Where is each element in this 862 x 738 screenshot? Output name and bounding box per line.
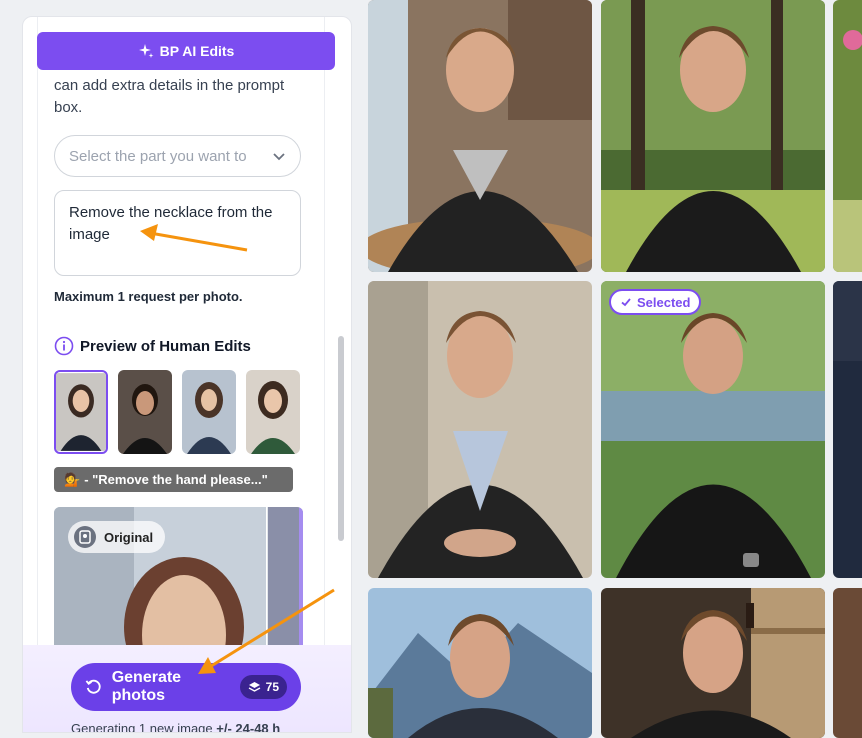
generating-note-prefix: Generating 1 new image xyxy=(71,721,217,733)
part-select[interactable]: Select the part you want to xyxy=(54,135,301,177)
gallery-photo[interactable] xyxy=(368,588,592,738)
credits-count: 75 xyxy=(265,680,279,694)
generate-footer: Generate photos 75 Generating 1 new imag… xyxy=(23,645,351,732)
selected-label: Selected xyxy=(637,294,691,310)
gallery-photo[interactable] xyxy=(368,281,592,578)
preview-thumb[interactable] xyxy=(246,370,300,454)
intro-text: can add extra details in the prompt box. xyxy=(54,77,285,116)
edit-panel: BP AI Edits can add extra details in the… xyxy=(22,16,352,733)
gallery-photo[interactable]: Selected xyxy=(601,281,825,578)
gallery-photo[interactable] xyxy=(601,588,825,738)
selected-badge: Selected xyxy=(609,289,702,315)
tooltip-text: - "Remove the hand please..." xyxy=(84,472,268,487)
gallery-photo[interactable] xyxy=(368,0,592,272)
credits-badge: 75 xyxy=(239,675,287,699)
chevron-down-icon xyxy=(273,153,285,161)
generate-photos-label: Generate photos xyxy=(111,669,182,704)
check-icon xyxy=(621,298,631,307)
scrollbar[interactable] xyxy=(338,336,344,541)
generating-note: Generating 1 new image +/- 24-48 h xyxy=(71,721,281,733)
part-select-placeholder: Select the part you want to xyxy=(69,147,247,165)
request-limit-text: Maximum 1 request per photo. xyxy=(54,289,243,304)
gallery-photo[interactable] xyxy=(833,588,862,738)
layers-icon xyxy=(248,681,260,692)
preview-thumb[interactable] xyxy=(54,370,108,454)
person-emoji: 💁 xyxy=(64,471,81,487)
preview-title: Preview of Human Edits xyxy=(80,337,251,355)
refresh-icon xyxy=(85,679,101,694)
before-after-preview[interactable]: Original xyxy=(54,507,303,657)
gallery-photo[interactable] xyxy=(833,281,862,578)
bp-ai-edits-button[interactable]: BP AI Edits xyxy=(37,32,335,70)
gallery-photo[interactable] xyxy=(833,0,862,272)
bp-ai-edits-label: BP AI Edits xyxy=(159,43,235,59)
gallery-photo[interactable] xyxy=(601,0,825,272)
preview-thumb[interactable] xyxy=(118,370,172,454)
preview-thumb[interactable] xyxy=(182,370,236,454)
preview-thumbnails xyxy=(54,370,300,454)
original-badge: Original xyxy=(68,521,166,553)
original-label: Original xyxy=(104,529,154,545)
generate-photos-button[interactable]: Generate photos 75 xyxy=(71,663,301,711)
portrait-icon xyxy=(74,526,96,548)
sparkle-icon xyxy=(138,44,154,58)
prompt-textarea[interactable]: Remove the necklace from the image xyxy=(54,190,301,276)
generating-note-eta: +/- 24-48 h xyxy=(216,721,281,733)
edit-request-tooltip: 💁 - "Remove the hand please..." xyxy=(54,467,293,492)
preview-heading: Preview of Human Edits xyxy=(54,336,251,356)
info-icon[interactable] xyxy=(54,336,74,356)
